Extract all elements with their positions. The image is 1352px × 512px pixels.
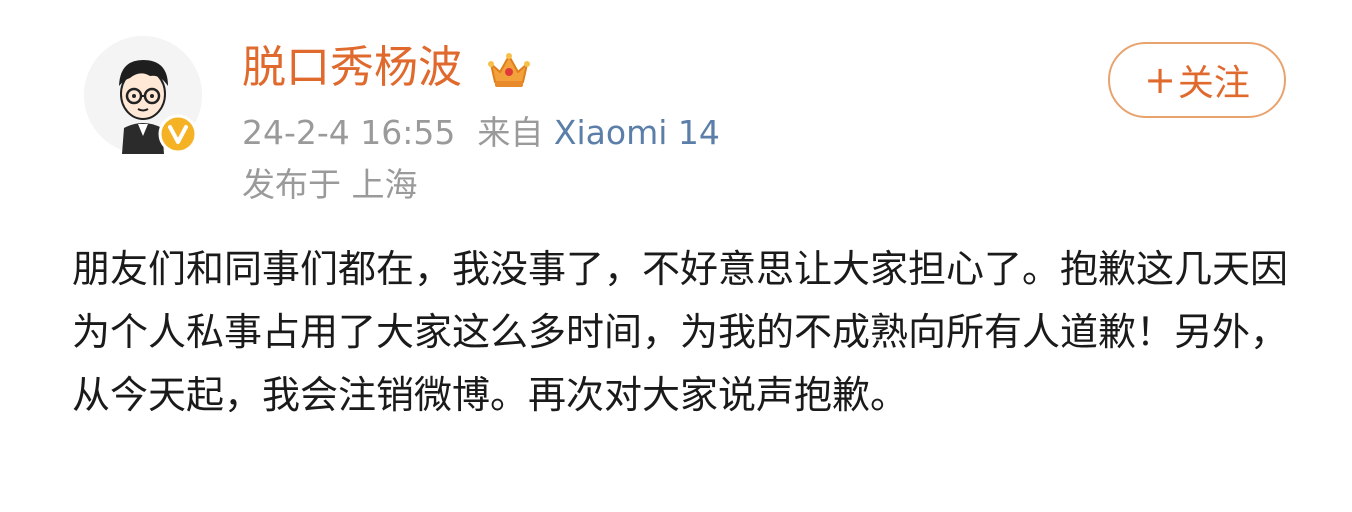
follow-label: 关注 <box>1177 63 1250 104</box>
verified-badge-icon <box>158 114 198 154</box>
post-timestamp: 24-2-4 16:55 <box>242 113 456 152</box>
plus-icon: + <box>1144 58 1176 102</box>
device-link[interactable]: Xiaomi 14 <box>554 113 720 152</box>
username[interactable]: 脱口秀杨波 <box>242 42 462 94</box>
follow-button[interactable]: + 关注 <box>1108 42 1286 118</box>
post-location: 发布于 上海 <box>242 165 418 204</box>
source-prefix: 来自 <box>477 113 544 152</box>
post-meta: 24-2-4 16:55 来自 Xiaomi 14 <box>242 112 720 154</box>
post-content: 朋友们和同事们都在，我没事了，不好意思让大家担心了。抱歉这几天因为个人私事占用了… <box>72 247 1289 417</box>
crown-icon[interactable] <box>486 50 532 90</box>
